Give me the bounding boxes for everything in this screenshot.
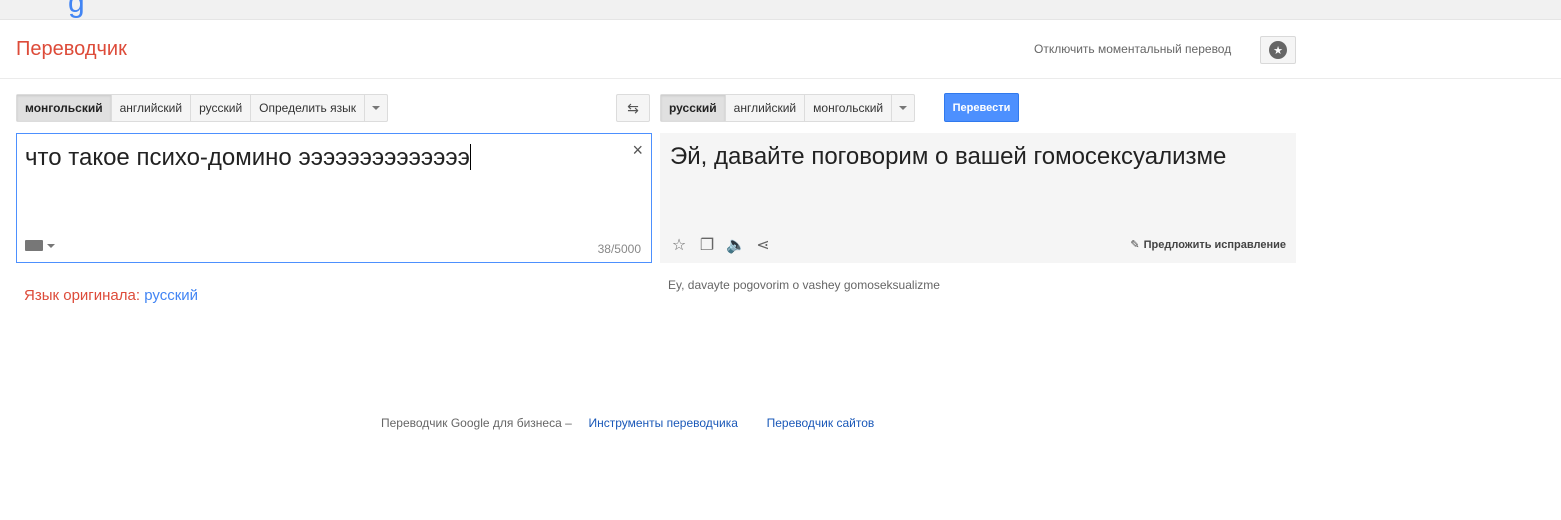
swap-languages-button[interactable]: ⇆ [616,94,650,122]
translate-button[interactable]: Перевести [944,93,1019,122]
source-lang-dropdown[interactable] [365,95,387,121]
translation-text[interactable]: Эй, давайте поговорим о вашей гомосексуа… [670,143,1226,171]
source-text-area[interactable]: что такое психо-домино ээээээээээээээ × … [16,133,652,263]
star-icon[interactable]: ☆ [670,235,688,255]
chevron-down-icon [899,106,908,110]
text-caret [469,144,471,170]
top-bar: g [0,0,1561,20]
copy-icon[interactable]: ❐ [698,235,716,255]
detected-language-label: Язык оригинала: [24,287,141,304]
keyboard-icon [25,240,43,251]
footer-prefix: Переводчик Google для бизнеса – [381,416,572,430]
chevron-down-icon [372,106,381,110]
starred-phrasebook-button[interactable]: ★ [1260,36,1296,64]
page-title: Переводчик [16,38,127,60]
character-count: 38/5000 [597,242,641,256]
pencil-icon: ✎ [1130,239,1140,251]
source-text-wrapper[interactable]: что такое психо-домино ээээээээээээээ [25,144,471,172]
target-lang-russian[interactable]: русский [661,95,726,121]
target-lang-mongolian[interactable]: монгольский [805,95,893,121]
source-lang-detect[interactable]: Определить язык [251,95,366,121]
source-text[interactable]: что такое психо-домино ээээээээээээээ [25,144,470,171]
transliteration: Ey, davayte pogovorim o vashey gomoseksu… [668,278,940,292]
footer: Переводчик Google для бизнеса – Инструме… [381,416,874,430]
detected-language-link[interactable]: русский [144,287,198,304]
suggest-edit-button[interactable]: ✎ Предложить исправление [1130,238,1286,252]
header: Переводчик Отключить моментальный перево… [0,20,1561,79]
swap-icon: ⇆ [627,99,639,116]
source-language-bar: монгольский английский русский Определит… [16,94,389,122]
source-lang-russian[interactable]: русский [191,95,252,121]
detected-language: Язык оригинала: русский [24,287,198,304]
instant-translation-off-link[interactable]: Отключить моментальный перевод [1034,42,1231,56]
share-icon[interactable]: ⋖ [754,235,772,255]
speaker-icon[interactable]: 🔈 [726,235,746,255]
translator-toolkit-link[interactable]: Инструменты переводчика [588,416,737,430]
target-lang-dropdown[interactable] [892,95,914,121]
target-language-bar: русский английский монгольский [660,94,916,122]
website-translator-link[interactable]: Переводчик сайтов [767,416,875,430]
close-icon: × [632,140,643,160]
input-tools-button[interactable] [25,240,55,251]
translation-output: Эй, давайте поговорим о вашей гомосексуа… [660,133,1296,263]
source-lang-mongolian[interactable]: монгольский [17,95,112,121]
star-icon: ★ [1269,41,1287,59]
translation-tools: ☆ ❐ 🔈 ⋖ [670,235,772,255]
target-lang-english[interactable]: английский [726,95,806,121]
chevron-down-icon [47,243,55,248]
source-lang-english[interactable]: английский [112,95,192,121]
google-logo[interactable]: g [68,0,85,20]
clear-source-button[interactable]: × [632,140,643,161]
suggest-edit-label: Предложить исправление [1143,238,1286,251]
